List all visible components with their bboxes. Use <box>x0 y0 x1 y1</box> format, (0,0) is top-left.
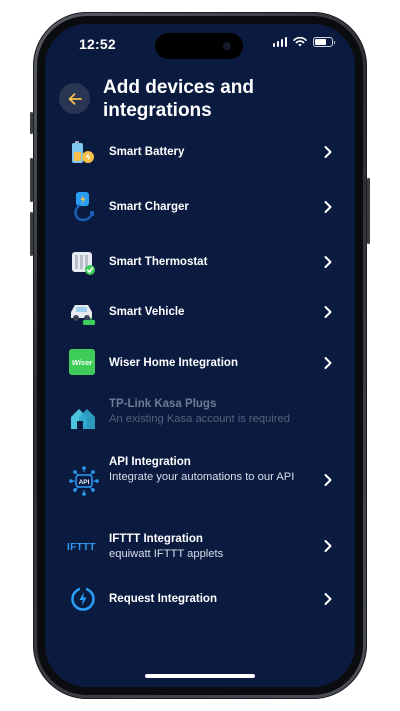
chevron-right-icon <box>324 201 332 213</box>
item-label: Smart Charger <box>109 201 189 213</box>
app-screen: 12:52 Add devices and integrations Smart… <box>45 24 355 687</box>
wiser-logo-text: Wiser <box>71 357 93 367</box>
power-button <box>367 178 370 244</box>
list-item-smart-thermostat[interactable]: Smart Thermostat <box>45 239 355 285</box>
list-item-request-integration[interactable]: Request Integration <box>45 576 355 622</box>
dynamic-island <box>155 33 243 59</box>
item-label: IFTTT Integration <box>109 533 203 545</box>
wifi-icon <box>293 37 307 47</box>
chevron-right-icon <box>324 540 332 552</box>
list-item-ifttt-integration[interactable]: IFTTT IFTTT Integration equiwatt IFTTT a… <box>45 529 355 575</box>
item-label: Wiser Home Integration <box>109 357 238 369</box>
thermostat-icon <box>72 252 95 275</box>
list-item-api-integration[interactable]: API API Integration Integrate your autom… <box>45 454 355 510</box>
volume-up-button <box>30 158 33 202</box>
item-label: Smart Thermostat <box>109 256 208 268</box>
list-item-tp-link-kasa: TP-Link Kasa Plugs An existing Kasa acco… <box>45 394 355 440</box>
chevron-right-icon <box>324 593 332 605</box>
chevron-right-icon <box>324 306 332 318</box>
mute-switch <box>30 112 33 134</box>
list-item-wiser-home[interactable]: Wiser Wiser Home Integration <box>45 340 355 386</box>
battery-icon <box>72 141 94 163</box>
chevron-right-icon <box>324 146 332 158</box>
volume-down-button <box>30 212 33 256</box>
api-chip-text: API <box>79 479 90 486</box>
list-item-smart-charger[interactable]: Smart Charger <box>45 184 355 230</box>
back-button[interactable] <box>59 83 90 114</box>
item-label: TP-Link Kasa Plugs <box>109 398 217 410</box>
list-item-smart-battery[interactable]: Smart Battery <box>45 129 355 175</box>
ifttt-icon: IFTTT <box>67 537 99 557</box>
ev-charger-icon <box>74 192 94 222</box>
api-icon: API <box>69 466 99 496</box>
item-subtitle: Integrate your automations to our API <box>109 471 295 483</box>
wiser-icon: Wiser <box>69 349 95 375</box>
vehicle-icon <box>71 305 95 325</box>
status-icons <box>272 37 335 47</box>
item-label: Request Integration <box>109 593 217 605</box>
item-label: API Integration <box>109 456 191 468</box>
cellular-signal-icon <box>272 37 287 47</box>
battery-status-icon <box>313 37 335 47</box>
item-subtitle: An existing Kasa account is required <box>109 413 290 425</box>
page-title: Add devices and integrations <box>103 77 254 121</box>
kasa-icon <box>71 409 95 429</box>
phone-frame: 12:52 Add devices and integrations Smart… <box>30 12 370 699</box>
chevron-right-icon <box>324 256 332 268</box>
home-indicator[interactable] <box>145 674 255 678</box>
chevron-right-icon <box>324 357 332 369</box>
list-item-smart-vehicle[interactable]: Smart Vehicle <box>45 289 355 335</box>
item-label: Smart Battery <box>109 146 185 158</box>
item-subtitle: equiwatt IFTTT applets <box>109 548 224 560</box>
arrow-left-icon <box>68 92 82 105</box>
ifttt-logo-text: IFTTT <box>67 541 96 553</box>
chevron-right-icon <box>324 474 332 486</box>
status-time: 12:52 <box>79 36 116 52</box>
item-label: Smart Vehicle <box>109 306 185 318</box>
request-integration-icon <box>71 586 95 611</box>
